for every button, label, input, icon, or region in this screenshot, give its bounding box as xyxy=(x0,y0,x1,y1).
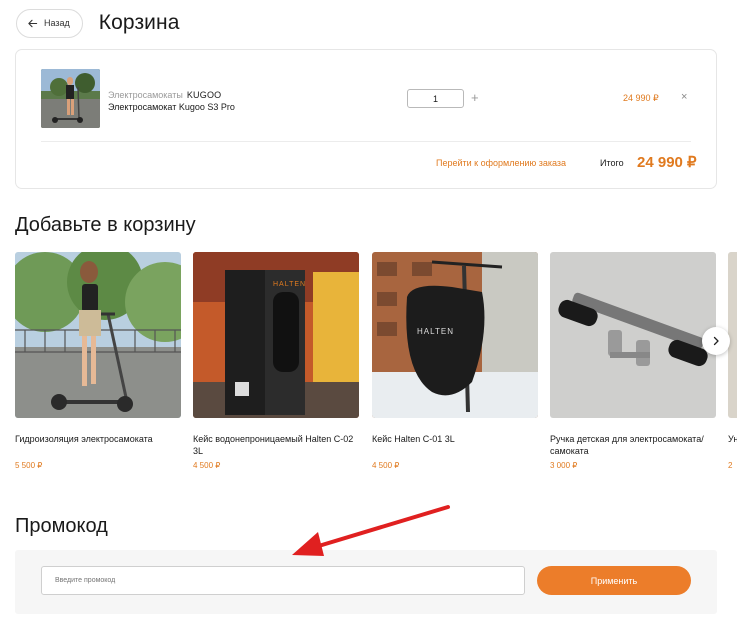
product-card[interactable]: HALTEN Кейс Halten C-01 3L 4 500 ₽ xyxy=(372,252,538,470)
arrow-left-icon xyxy=(28,19,38,27)
product-card[interactable]: Гидроизоляция электросамоката 5 500 ₽ xyxy=(15,252,181,470)
cart-card: Электросамокаты KUGOO Электросамокат Kugo… xyxy=(15,49,717,189)
product-card[interactable]: Ручка детская для электросамоката/самока… xyxy=(550,252,716,470)
product-image[interactable] xyxy=(550,252,716,418)
promo-panel: Применить xyxy=(15,550,717,614)
case-brand-print: HALTEN xyxy=(417,327,454,336)
product-price: 5 500 ₽ xyxy=(15,461,43,470)
cart-item-brand[interactable]: KUGOO xyxy=(187,90,222,100)
product-card[interactable]: HALTEN Кейс водонепроницаемый Halten C-0… xyxy=(193,252,359,470)
recommendations-title: Добавьте в корзину xyxy=(15,214,196,236)
promo-code-input[interactable] xyxy=(41,566,525,595)
recommendations-carousel: Гидроизоляция электросамоката 5 500 ₽ HA… xyxy=(15,252,737,472)
back-button[interactable]: Назад xyxy=(16,8,83,38)
quantity-plus-button[interactable]: + xyxy=(471,90,479,106)
cart-item-info: Электросамокаты KUGOO Электросамокат Kugo… xyxy=(108,89,235,113)
product-image[interactable]: HALTEN xyxy=(193,252,359,418)
back-label: Назад xyxy=(44,18,70,28)
box-brand-print: HALTEN xyxy=(273,281,306,288)
product-name[interactable]: Гидроизоляция электросамоката xyxy=(15,433,181,457)
quantity-input[interactable]: 1 xyxy=(407,89,464,108)
apply-promo-button[interactable]: Применить xyxy=(537,566,691,595)
product-name[interactable]: Кейс водонепроницаемый Halten C-02 3L xyxy=(193,433,359,457)
product-name[interactable]: Ун xyxy=(728,433,737,457)
product-price: 4 500 ₽ xyxy=(372,461,400,470)
total-value: 24 990 ₽ xyxy=(637,154,697,171)
checkout-link[interactable]: Перейти к оформлению заказа xyxy=(436,158,566,168)
cart-item-thumbnail[interactable] xyxy=(41,69,100,128)
total-label: Итого xyxy=(600,158,624,168)
cart-item-price: 24 990 ₽ xyxy=(623,93,659,103)
carousel-next-button[interactable] xyxy=(702,327,730,355)
product-image[interactable]: HALTEN xyxy=(372,252,538,418)
cart-item-category[interactable]: Электросамокаты xyxy=(108,90,183,100)
page-title: Корзина xyxy=(98,11,180,34)
product-image[interactable] xyxy=(15,252,181,418)
promo-title: Промокод xyxy=(15,515,108,537)
chevron-right-icon xyxy=(713,336,719,346)
product-image[interactable] xyxy=(728,252,737,418)
cart-item-name[interactable]: Электросамокат Kugoo S3 Pro xyxy=(108,101,235,113)
remove-item-button[interactable]: × xyxy=(681,92,687,103)
product-name[interactable]: Ручка детская для электросамоката/самока… xyxy=(550,433,716,457)
product-card[interactable]: Ун 2 xyxy=(728,252,737,470)
product-name[interactable]: Кейс Halten C-01 3L xyxy=(372,433,538,457)
product-price: 4 500 ₽ xyxy=(193,461,221,470)
product-price: 3 000 ₽ xyxy=(550,461,578,470)
header: Назад Корзина xyxy=(16,8,180,38)
cart-divider xyxy=(41,141,691,142)
product-price: 2 xyxy=(728,461,733,470)
